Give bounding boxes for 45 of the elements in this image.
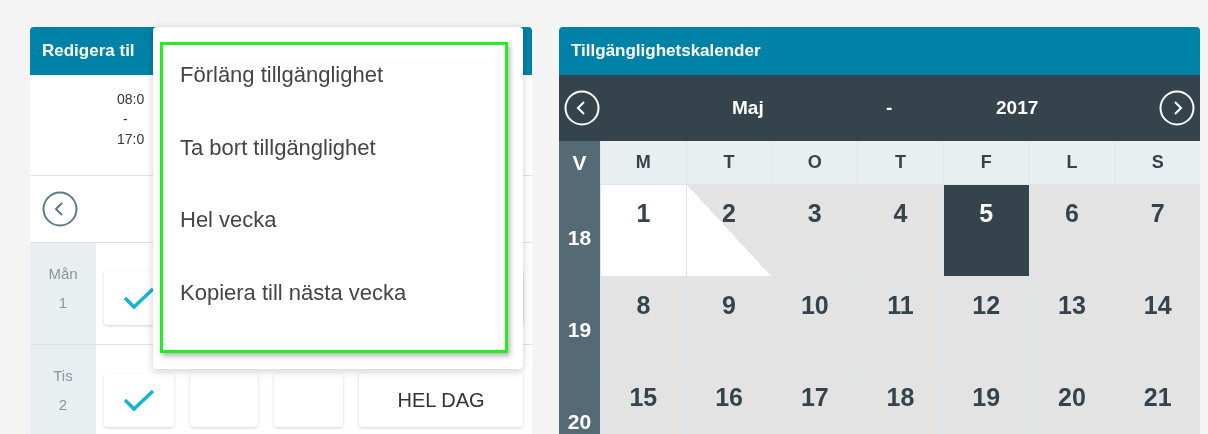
calendar-day[interactable]: 6 xyxy=(1028,184,1115,276)
calendar-day[interactable]: 12 xyxy=(942,276,1029,368)
calendar-day[interactable]: 11 xyxy=(857,276,943,368)
checkmark-icon xyxy=(122,388,156,412)
menu-item[interactable]: Hel vecka xyxy=(180,207,277,233)
calendar-day[interactable]: 13 xyxy=(1028,276,1115,368)
chevron-left-icon[interactable] xyxy=(42,191,78,227)
time-separator: - xyxy=(122,110,128,129)
full-day-button[interactable]: HEL DAG xyxy=(359,373,523,427)
calendar-day[interactable]: 20 xyxy=(1028,368,1115,434)
month-label: Maj xyxy=(732,97,765,119)
calendar-day[interactable]: 2 xyxy=(685,184,772,276)
calendar-day[interactable]: 14 xyxy=(1114,276,1200,368)
calendar-day[interactable]: 7 xyxy=(1114,184,1200,276)
day-number: 1 xyxy=(58,294,68,311)
panel-title: Tillgänglighetskalender xyxy=(559,27,1200,75)
end-time: 17:0 xyxy=(117,130,145,149)
checkmark-icon xyxy=(122,286,156,310)
week-header: V xyxy=(559,141,600,184)
start-time: 08:0 xyxy=(117,90,145,109)
calendar-day[interactable]: 8 xyxy=(600,276,686,368)
calendar-day[interactable]: 9 xyxy=(685,276,772,368)
chevron-right-icon[interactable] xyxy=(1159,90,1195,126)
week-number: 18 xyxy=(559,184,600,276)
calendar-day[interactable]: 15 xyxy=(600,368,686,434)
calendar-day[interactable]: 10 xyxy=(771,276,858,368)
menu-item[interactable]: Ta bort tillgänglighet xyxy=(180,134,376,161)
calendar-day[interactable]: 19 xyxy=(942,368,1029,434)
calendar-day[interactable]: 21 xyxy=(1114,368,1200,434)
calendar-day[interactable]: 1 xyxy=(600,184,686,276)
checkbox[interactable] xyxy=(104,373,174,427)
week-number: 20 xyxy=(559,368,600,434)
calendar-day[interactable]: 3 xyxy=(771,184,858,276)
menu-item[interactable]: Kopiera till nästa vecka xyxy=(180,279,407,306)
calendar-day[interactable]: 18 xyxy=(857,368,943,434)
day-number: 2 xyxy=(58,396,68,413)
calendar-day[interactable]: 4 xyxy=(857,184,943,276)
calendar-day[interactable]: 17 xyxy=(771,368,858,434)
day-name: Mån xyxy=(48,265,78,282)
calendar-day[interactable]: 16 xyxy=(685,368,772,434)
calendar-day[interactable]: 5 xyxy=(942,184,1029,276)
week-number: 19 xyxy=(559,276,600,368)
day-name: Tis xyxy=(53,367,73,384)
year-label: 2017 xyxy=(996,97,1040,119)
date-separator: - xyxy=(886,97,894,119)
